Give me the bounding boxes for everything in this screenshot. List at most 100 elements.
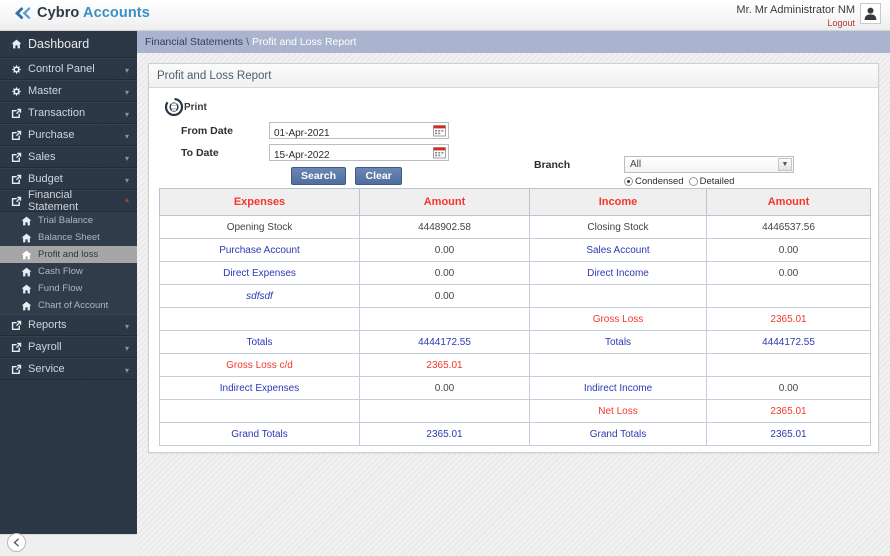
table-cell: 0.00 — [706, 261, 871, 285]
sidebar-subitem-cash-flow[interactable]: Cash Flow — [0, 263, 137, 280]
sidebar-collapse-button[interactable] — [7, 533, 26, 552]
from-date-input[interactable] — [270, 126, 428, 141]
sidebar-item-label: Service — [28, 363, 65, 375]
sidebar-item-service[interactable]: Service ▾ — [0, 358, 137, 380]
print-action[interactable]: Print — [165, 98, 868, 116]
table-body: Opening Stock 4448902.58 Closing Stock 4446… — [159, 215, 871, 446]
collapse-left-icon — [13, 538, 19, 547]
calendar-icon[interactable] — [433, 146, 446, 159]
chevron-toggle-icon[interactable]: ▴ — [125, 196, 129, 204]
clear-button[interactable]: Clear — [355, 167, 402, 185]
brand-logo[interactable]: Cybro Accounts — [14, 5, 150, 21]
table-cell: Opening Stock — [159, 215, 360, 239]
user-avatar-icon — [864, 7, 877, 20]
table-cell: 0.00 — [706, 376, 871, 400]
chevron-toggle-icon[interactable]: ▾ — [125, 133, 129, 141]
sidebar-item-dashboard[interactable]: Dashboard — [0, 31, 137, 58]
table-cell: 2365.01 — [359, 422, 530, 446]
sidebar-item-reports[interactable]: Reports ▾ — [0, 314, 137, 336]
sidebar-subitem-trial-balance[interactable]: Trial Balance — [0, 212, 137, 229]
chevron-down-icon[interactable]: ▼ — [778, 158, 792, 171]
home-icon — [21, 267, 32, 277]
home-icon — [21, 233, 32, 243]
table-cell: 2365.01 — [359, 353, 530, 377]
brand-name: Cybro Accounts — [37, 5, 150, 21]
sliders-icon — [9, 86, 23, 97]
sidebar-subitem-label: Chart of Account — [38, 300, 109, 311]
chevron-toggle-icon[interactable]: ▾ — [125, 89, 129, 97]
table-cell: 0.00 — [359, 376, 530, 400]
chevron-toggle-icon[interactable]: ▾ — [125, 111, 129, 119]
sidebar-item-budget[interactable]: Budget ▾ — [0, 168, 137, 190]
table-cell: 0.00 — [706, 238, 871, 262]
table-cell — [159, 307, 360, 331]
table-row: Indirect Expenses 0.00 Indirect Income 0.00 — [159, 376, 871, 400]
table-row: Gross Loss c/d 2365.01 — [159, 353, 871, 377]
table-header-cell: Expenses — [159, 188, 360, 216]
logout-link[interactable]: Logout — [736, 17, 855, 29]
to-date-input[interactable] — [270, 148, 428, 163]
radio-condensed[interactable]: Condensed — [624, 176, 684, 187]
sidebar-item-payroll[interactable]: Payroll ▾ — [0, 336, 137, 358]
panel-body: Print From Date 01-Apr-2021 To Date 15-A… — [149, 88, 878, 456]
table-cell: 4444172.55 — [359, 330, 530, 354]
to-date-field[interactable] — [269, 144, 449, 163]
print-label: Print — [184, 101, 207, 113]
external-link-icon — [9, 364, 23, 375]
to-date-label: To Date — [181, 146, 219, 159]
table-header-cell: Amount — [359, 188, 530, 216]
table-cell: Totals — [159, 330, 360, 354]
sidebar-submenu-financial-statement: Trial Balance Balance Sheet Profit and los… — [0, 212, 137, 314]
panel-title-bar: Profit and Loss Report — [149, 64, 878, 88]
sidebar-subitem-profit-and-loss[interactable]: Profit and loss — [0, 246, 137, 263]
breadcrumb-parent[interactable]: Financial Statements — [145, 36, 243, 48]
sidebar-item-purchase[interactable]: Purchase ▾ — [0, 124, 137, 146]
sidebar-subitem-balance-sheet[interactable]: Balance Sheet — [0, 229, 137, 246]
report-mode-radios: Condensed Detailed — [624, 176, 794, 187]
external-link-icon — [9, 130, 23, 141]
sidebar-top-menu: Dashboard Control Panel ▾ Master ▾ Transactio… — [0, 31, 137, 213]
sidebar-item-financial-statement[interactable]: Financial Statement ▴ — [0, 189, 137, 213]
sidebar-subitem-chart-of-account[interactable]: Chart of Account — [0, 297, 137, 314]
calendar-icon[interactable] — [433, 124, 446, 137]
brand-name-primary: Cybro — [37, 5, 80, 21]
table-cell: 4444172.55 — [706, 330, 871, 354]
table-cell: Indirect Expenses — [159, 376, 360, 400]
sidebar-item-control-panel[interactable]: Control Panel ▾ — [0, 58, 137, 80]
branch-select[interactable]: All ▼ — [624, 156, 794, 173]
filter-form: From Date 01-Apr-2021 To Date 15-Apr-202… — [159, 122, 868, 187]
table-row: sdfsdf 0.00 — [159, 284, 871, 308]
radio-detailed-label: Detailed — [699, 176, 735, 187]
radio-condensed-dot — [624, 177, 633, 186]
external-link-icon — [9, 174, 23, 185]
chevron-toggle-icon[interactable]: ▾ — [125, 323, 129, 331]
print-icon — [165, 98, 183, 116]
user-text-lines: Mr. Mr Administrator NM Logout — [736, 3, 855, 29]
from-date-field[interactable] — [269, 122, 449, 141]
page-title: Profit and Loss Report — [157, 69, 272, 82]
radio-condensed-label: Condensed — [635, 176, 684, 187]
radio-detailed[interactable]: Detailed — [688, 176, 735, 187]
table-cell: Grand Totals — [529, 422, 707, 446]
radio-detailed-dot — [688, 177, 698, 186]
table-cell: 0.00 — [359, 238, 530, 262]
sidebar-item-master[interactable]: Master ▾ — [0, 80, 137, 102]
table-cell — [159, 399, 360, 423]
chevron-toggle-icon[interactable]: ▾ — [125, 155, 129, 163]
table-cell — [359, 399, 530, 423]
chevron-toggle-icon[interactable]: ▾ — [125, 367, 129, 375]
sidebar-item-label: Dashboard — [28, 37, 90, 51]
sidebar-item-label: Sales — [28, 151, 56, 163]
chevron-logo-icon — [15, 7, 31, 20]
search-button[interactable]: Search — [291, 167, 347, 185]
sidebar-subitem-fund-flow[interactable]: Fund Flow — [0, 280, 137, 297]
avatar[interactable] — [860, 3, 881, 24]
table-row: Opening Stock 4448902.58 Closing Stock 4446… — [159, 215, 871, 239]
chevron-toggle-icon[interactable]: ▾ — [125, 67, 129, 75]
sidebar-item-sales[interactable]: Sales ▾ — [0, 146, 137, 168]
table-cell: Direct Expenses — [159, 261, 360, 285]
home-icon — [21, 216, 32, 226]
sidebar-item-transaction[interactable]: Transaction ▾ — [0, 102, 137, 124]
chevron-toggle-icon[interactable]: ▾ — [125, 345, 129, 353]
chevron-toggle-icon[interactable]: ▾ — [125, 177, 129, 185]
